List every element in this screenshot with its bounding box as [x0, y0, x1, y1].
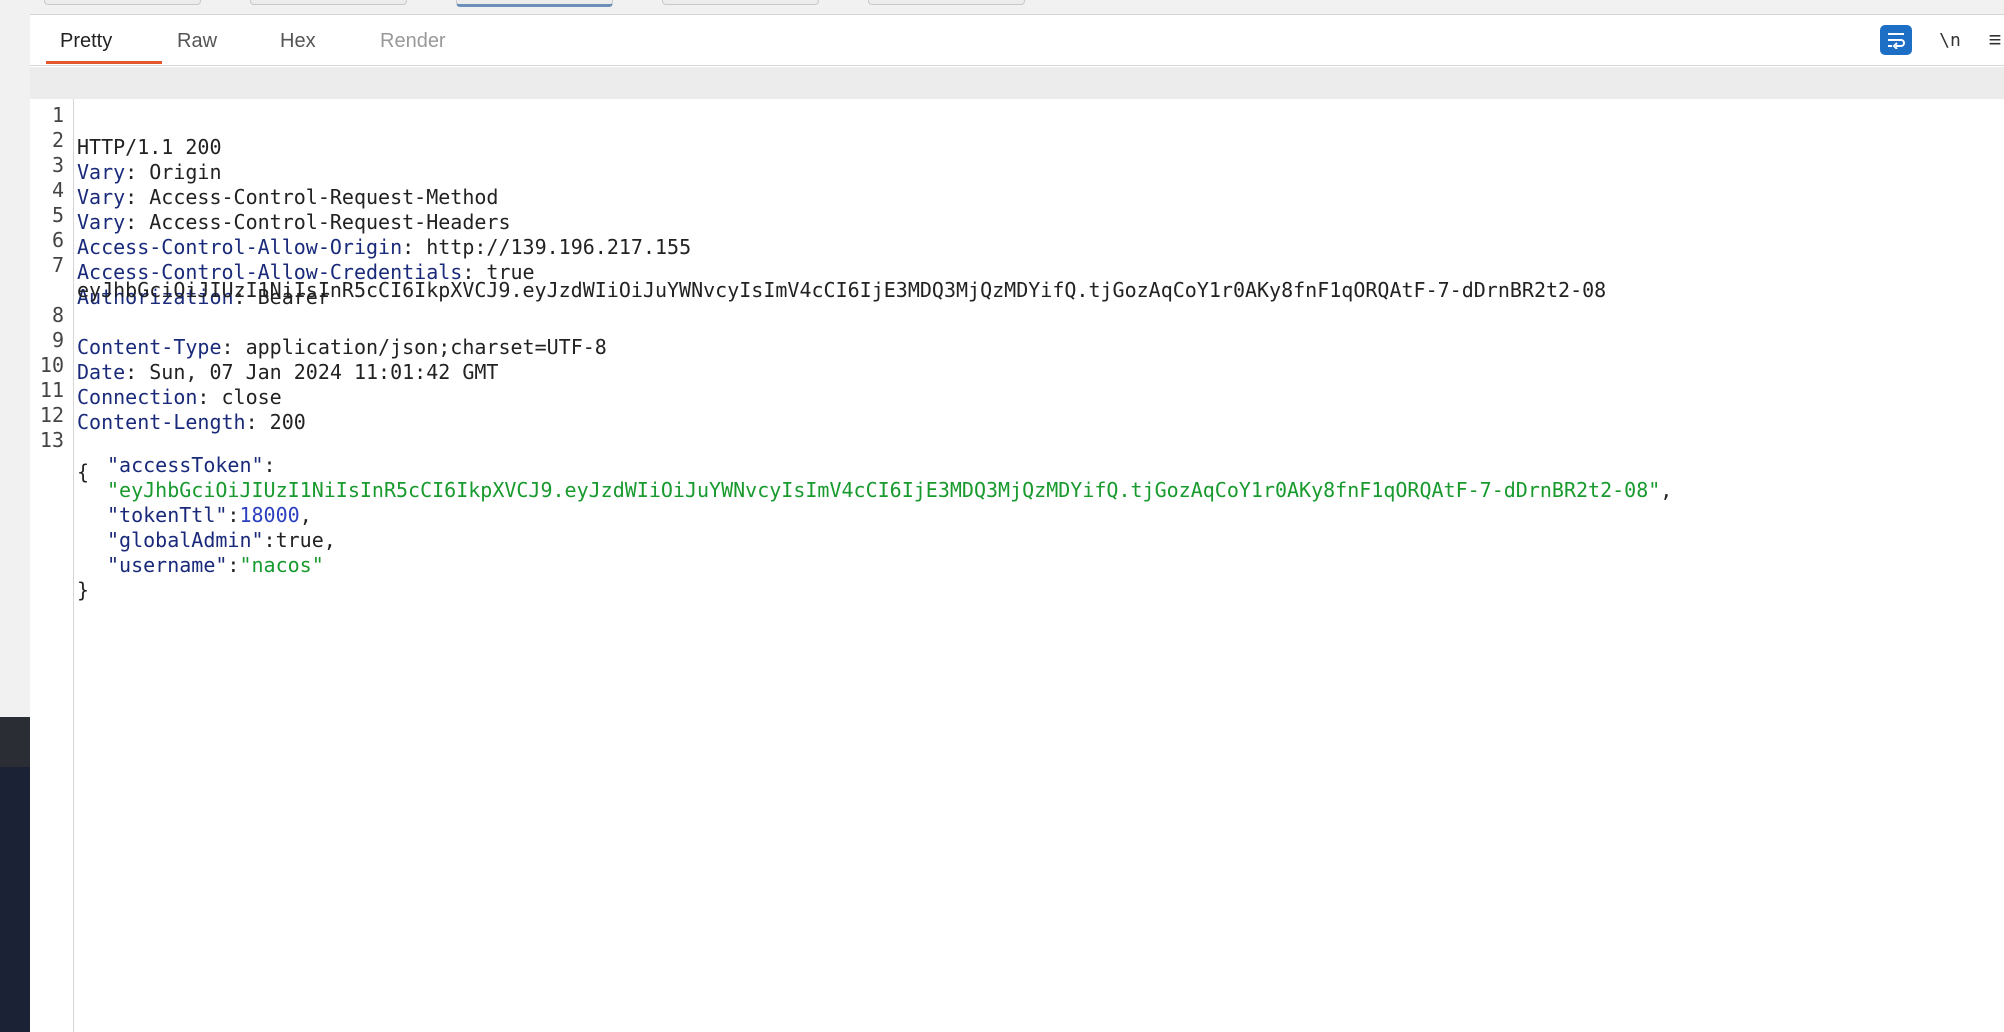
response-viewer: Pretty Raw Hex Render \n ≡ 1 HTTP/1.1 20… — [30, 15, 2004, 1032]
upper-tab-strip — [30, 0, 2004, 15]
json-line: } — [30, 542, 2004, 602]
side-dark-band — [0, 717, 30, 767]
side-dark-panel — [0, 767, 30, 1032]
upper-tab[interactable] — [662, 0, 819, 5]
wrap-lines-icon[interactable] — [1880, 25, 1912, 55]
upper-tab[interactable] — [868, 0, 1025, 5]
tab-raw[interactable]: Raw — [177, 30, 217, 64]
left-side-panel — [0, 0, 31, 1032]
json-close-brace: } — [77, 578, 90, 602]
tab-pretty[interactable]: Pretty — [46, 30, 162, 64]
upper-tab-active[interactable] — [456, 0, 613, 7]
newline-toggle-icon[interactable]: \n — [1930, 25, 1970, 55]
hamburger-menu-icon[interactable]: ≡ — [1980, 25, 2004, 55]
view-mode-tabbar: Pretty Raw Hex Render \n ≡ — [30, 15, 2004, 66]
upper-tab[interactable] — [44, 0, 201, 5]
code-editor[interactable]: 1 HTTP/1.1 200 2 Vary: Origin 3 Vary: Ac… — [30, 67, 2004, 1032]
tab-hex[interactable]: Hex — [280, 30, 316, 64]
tab-render[interactable]: Render — [380, 30, 446, 64]
upper-tab[interactable] — [250, 0, 407, 5]
